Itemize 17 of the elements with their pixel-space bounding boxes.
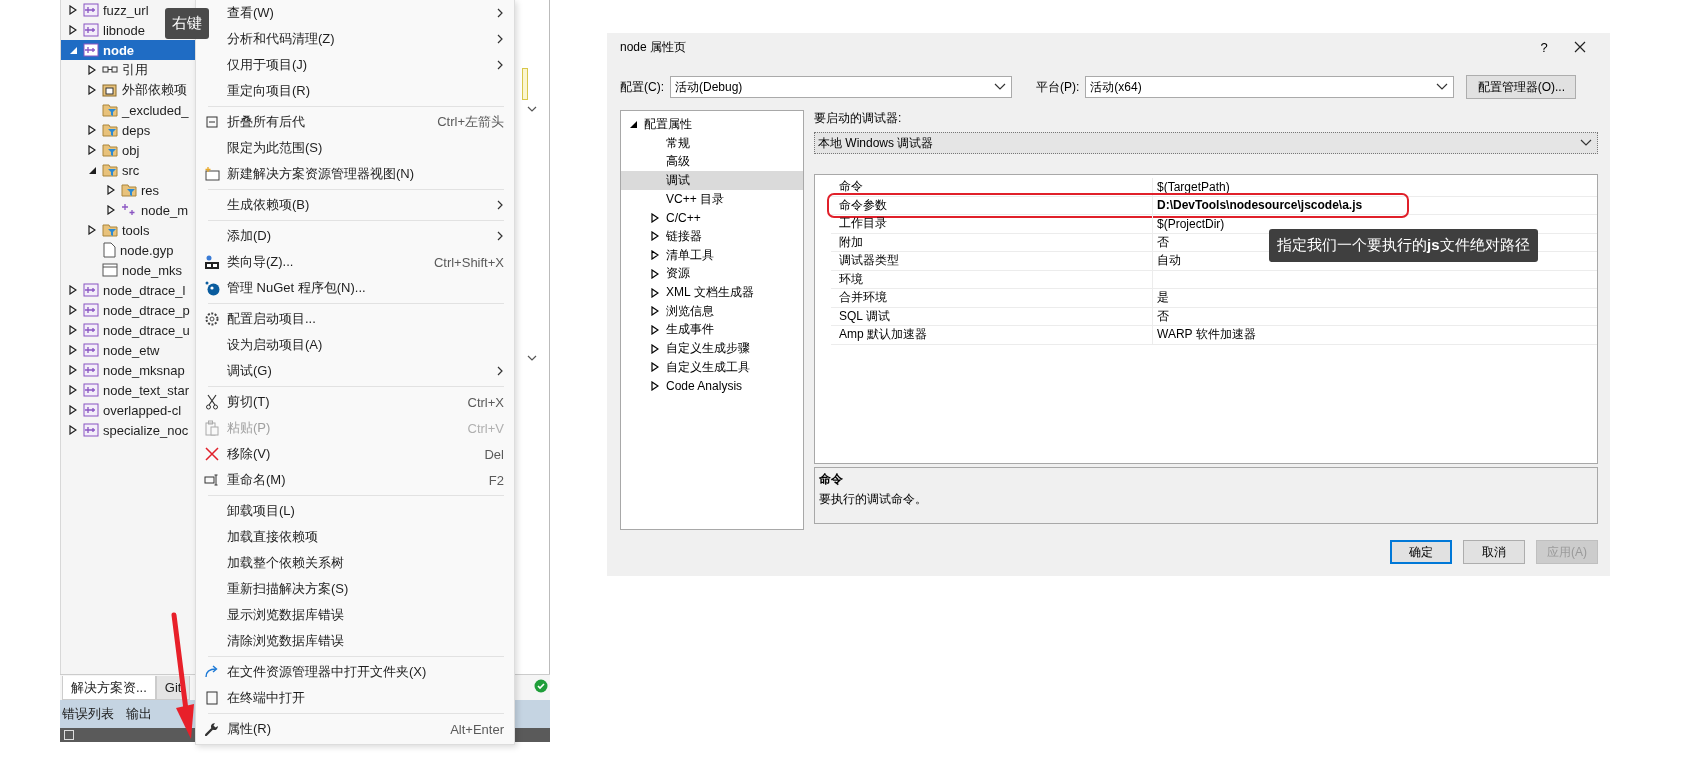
property-name: 命令参数 [831, 196, 1153, 214]
property-name: Amp 默认加速器 [831, 326, 1153, 344]
field-label: 要启动的调试器: [814, 110, 903, 127]
property-name: 环境 [831, 270, 1153, 288]
property-name: 附加 [831, 233, 1153, 251]
property-name: 命令 [831, 178, 1153, 196]
description-title: 命令 [819, 471, 844, 488]
field-label: 平台(P): [1036, 78, 1080, 96]
field-label: 配置(C): [620, 78, 664, 96]
dialog-title: node 属性页 [620, 38, 688, 56]
description-text: 要执行的调试命令。 [819, 491, 928, 508]
property-name: 工作目录 [831, 215, 1153, 233]
property-name: 调试器类型 [831, 252, 1153, 270]
annotation-tooltip: 右键 [165, 8, 209, 39]
property-name: SQL 调试 [831, 307, 1153, 325]
property-name: 合并环境 [831, 289, 1153, 307]
annotation-callout: 指定我们一个要执行的js文件绝对路径 [1269, 229, 1538, 262]
